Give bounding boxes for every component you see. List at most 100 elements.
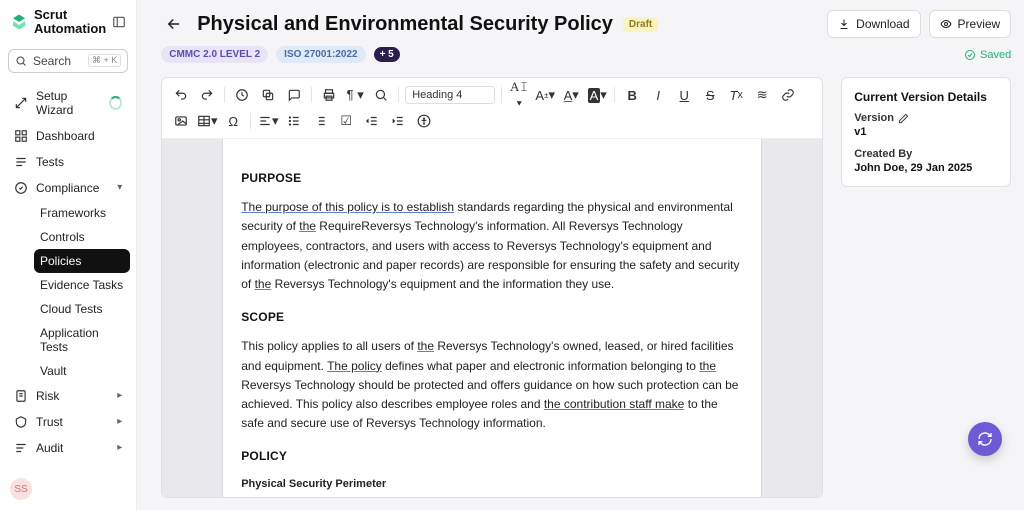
- compliance-icon: [14, 181, 28, 195]
- print-button[interactable]: [318, 84, 340, 106]
- search-row: Search ⌘ + K: [0, 45, 136, 81]
- loading-icon: [109, 96, 122, 110]
- chip-more[interactable]: + 5: [374, 47, 400, 62]
- nav-item-risk[interactable]: Risk ▸: [6, 383, 130, 409]
- font-color-button[interactable]: A ▾: [560, 84, 582, 106]
- version-panel-title: Current Version Details: [854, 90, 998, 104]
- nav-item-controls[interactable]: Controls: [34, 225, 130, 249]
- chevron-right-icon: ▸: [117, 442, 122, 453]
- font-size-button[interactable]: A± ▾: [534, 84, 556, 106]
- subheading-perimeter: Physical Security Perimeter: [241, 476, 743, 494]
- user-avatar[interactable]: SS: [10, 478, 32, 500]
- paragraph-button[interactable]: ¶ ▾: [344, 84, 366, 106]
- brand: Scrut Automation: [0, 0, 136, 45]
- brand-name: Scrut Automation: [34, 8, 106, 37]
- nav-item-dashboard[interactable]: Dashboard: [6, 123, 130, 149]
- search-icon: [15, 55, 27, 67]
- undo-button[interactable]: [170, 84, 192, 106]
- chip-cmmc[interactable]: CMMC 2.0 LEVEL 2: [161, 46, 268, 63]
- user-avatar-row: SS: [0, 468, 136, 510]
- comment-button[interactable]: [283, 84, 305, 106]
- italic-button[interactable]: I: [647, 84, 669, 106]
- nav-item-audit[interactable]: Audit ▸: [6, 435, 130, 461]
- nav-item-setup-wizard[interactable]: Setup Wizard: [6, 83, 130, 123]
- font-family-button[interactable]: A𝙸 ▾: [508, 84, 530, 106]
- check-circle-icon: [964, 49, 976, 61]
- section-heading-scope: SCOPE: [241, 308, 743, 327]
- page-title: Physical and Environmental Security Poli…: [197, 13, 613, 36]
- document-page[interactable]: PURPOSE The purpose of this policy is to…: [222, 139, 762, 497]
- nav-item-policies[interactable]: Policies: [34, 249, 130, 273]
- chevron-down-icon: ▾: [117, 182, 122, 193]
- bold-button[interactable]: B: [621, 84, 643, 106]
- table-button[interactable]: ▾: [196, 110, 218, 132]
- heading-select[interactable]: Heading 4: [405, 86, 495, 104]
- nav-item-frameworks[interactable]: Frameworks: [34, 201, 130, 225]
- link-button[interactable]: [777, 84, 799, 106]
- indent-button[interactable]: [387, 110, 409, 132]
- outdent-button[interactable]: [361, 110, 383, 132]
- align-button[interactable]: ▾: [257, 110, 279, 132]
- created-by-label: Created By: [854, 148, 998, 160]
- code-button[interactable]: ≋: [751, 84, 773, 106]
- find-button[interactable]: [370, 84, 392, 106]
- section-heading-policy: POLICY: [241, 447, 743, 466]
- nav-item-evidence[interactable]: Evidence Tasks: [34, 273, 130, 297]
- wand-icon: [14, 96, 28, 110]
- nav-item-compliance[interactable]: Compliance ▾: [6, 175, 130, 201]
- image-button[interactable]: [170, 110, 192, 132]
- clear-format-button[interactable]: Tx: [725, 84, 747, 106]
- sidebar: Scrut Automation Search ⌘ + K Setup Wiza…: [0, 0, 137, 510]
- compliance-submenu: Frameworks Controls Policies Evidence Ta…: [6, 201, 130, 383]
- highlight-button[interactable]: A ▾: [586, 84, 608, 106]
- nav: Setup Wizard Dashboard Tests Compliance …: [0, 81, 136, 463]
- trust-icon: [14, 415, 28, 429]
- content-row: ¶ ▾ Heading 4 A𝙸 ▾ A± ▾ A ▾ A ▾ B I U S …: [137, 69, 1024, 510]
- edit-version-icon[interactable]: [898, 113, 909, 124]
- section-heading-purpose: PURPOSE: [241, 169, 743, 188]
- nav-item-vault[interactable]: Vault: [34, 359, 130, 383]
- saved-indicator: Saved: [964, 49, 1011, 61]
- chevron-right-icon: ▸: [117, 416, 122, 427]
- created-by-value: John Doe, 29 Jan 2025: [854, 162, 998, 174]
- refresh-fab[interactable]: [968, 422, 1002, 456]
- title-row: Physical and Environmental Security Poli…: [161, 10, 1011, 38]
- list-bullet-button[interactable]: [283, 110, 305, 132]
- search-placeholder: Search: [33, 54, 71, 68]
- special-char-button[interactable]: Ω: [222, 110, 244, 132]
- page-header: Physical and Environmental Security Poli…: [137, 0, 1024, 69]
- nav-item-tests[interactable]: Tests: [6, 149, 130, 175]
- preview-button[interactable]: Preview: [929, 10, 1012, 38]
- nav-item-cloud-tests[interactable]: Cloud Tests: [34, 297, 130, 321]
- editor-card: ¶ ▾ Heading 4 A𝙸 ▾ A± ▾ A ▾ A ▾ B I U S …: [161, 77, 823, 498]
- download-button[interactable]: Download: [827, 10, 920, 38]
- editor-canvas[interactable]: PURPOSE The purpose of this policy is to…: [162, 139, 822, 497]
- scope-paragraph: This policy applies to all users of the …: [241, 337, 743, 433]
- back-button[interactable]: [161, 13, 187, 35]
- nav-item-application-tests[interactable]: Application Tests: [34, 321, 130, 359]
- header-actions: Download Preview: [827, 10, 1011, 38]
- collapse-sidebar-icon[interactable]: [112, 15, 126, 29]
- purpose-paragraph: The purpose of this policy is to establi…: [241, 198, 743, 294]
- main: Physical and Environmental Security Poli…: [137, 0, 1024, 510]
- accessibility-button[interactable]: [413, 110, 435, 132]
- search-input[interactable]: Search ⌘ + K: [8, 49, 128, 73]
- tests-icon: [14, 155, 28, 169]
- strike-button[interactable]: S: [699, 84, 721, 106]
- search-kbd: ⌘ + K: [88, 54, 121, 67]
- copy-button[interactable]: [257, 84, 279, 106]
- underline-button[interactable]: U: [673, 84, 695, 106]
- status-badge: Draft: [623, 17, 658, 32]
- audit-icon: [14, 441, 28, 455]
- nav-item-trust[interactable]: Trust ▸: [6, 409, 130, 435]
- eye-icon: [940, 18, 952, 30]
- redo-button[interactable]: [196, 84, 218, 106]
- list-ordered-button[interactable]: [309, 110, 331, 132]
- history-button[interactable]: [231, 84, 253, 106]
- list-check-button[interactable]: ☑: [335, 110, 357, 132]
- framework-chips: CMMC 2.0 LEVEL 2 ISO 27001:2022 + 5 Save…: [161, 46, 1011, 63]
- chevron-right-icon: ▸: [117, 390, 122, 401]
- chip-iso[interactable]: ISO 27001:2022: [276, 46, 365, 63]
- brand-logo-icon: [10, 13, 28, 31]
- risk-icon: [14, 389, 28, 403]
